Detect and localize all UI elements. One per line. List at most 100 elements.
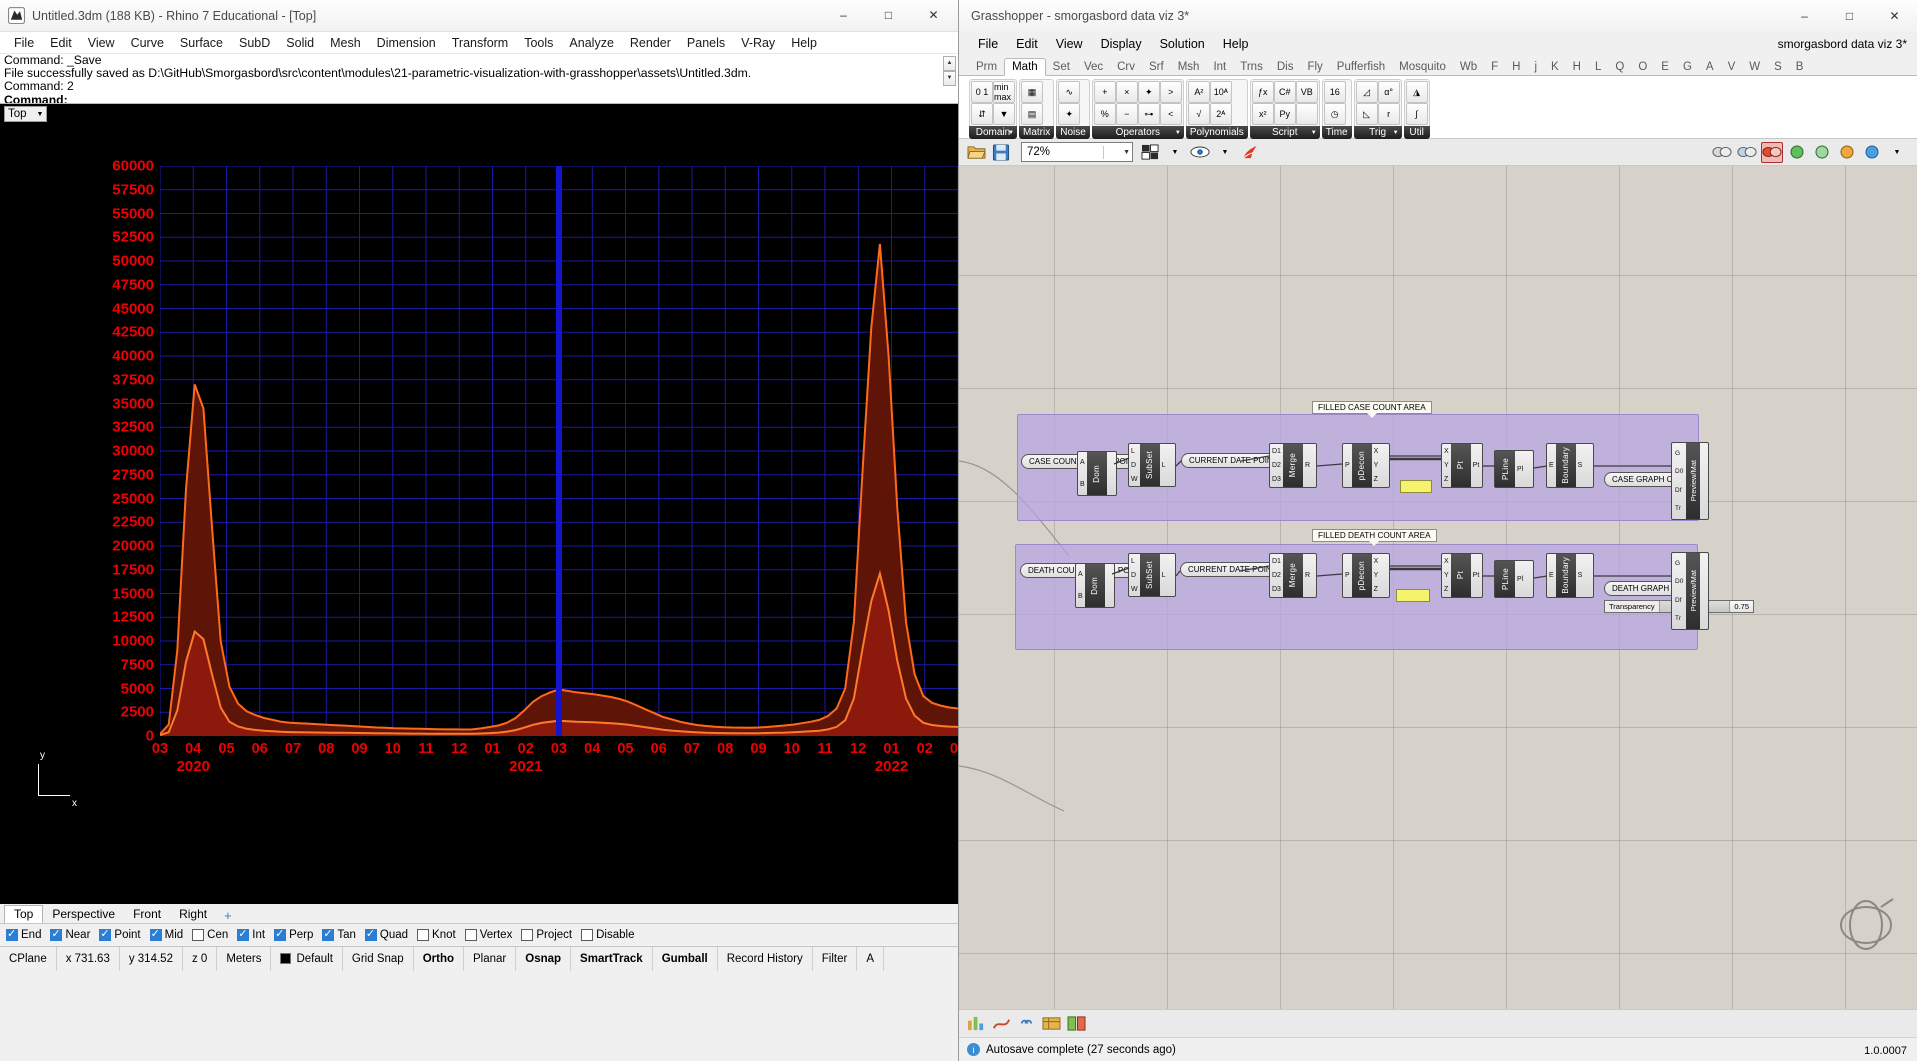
ribbon-component-icon[interactable]: ▼ [993, 103, 1015, 125]
gh-tab-set[interactable]: Set [1046, 59, 1077, 75]
osnap-checkbox-end[interactable] [6, 929, 18, 941]
ribbon-group-footer-operators[interactable]: Operators▼ [1092, 126, 1184, 139]
node-merge-death[interactable]: D1D2D3 Merge R [1269, 553, 1317, 598]
ribbon-component-icon[interactable]: 2ᴬ [1210, 103, 1232, 125]
gh-tab-trns[interactable]: Trns [1233, 59, 1270, 75]
status-gumball[interactable]: Gumball [653, 947, 718, 971]
preview-eye-icon[interactable] [1189, 142, 1211, 163]
chevron-down-icon[interactable]: ▼ [1175, 130, 1181, 136]
gh-tab-fly[interactable]: Fly [1300, 59, 1329, 75]
preview-dropdown-icon[interactable]: ▼ [1214, 142, 1236, 163]
status-filter-a[interactable]: A [857, 947, 884, 971]
gh-tab-f[interactable]: F [1484, 59, 1505, 75]
viewport-tab-right[interactable]: Right [170, 906, 216, 923]
ribbon-component-icon[interactable]: < [1160, 103, 1182, 125]
rhino-command-history[interactable]: Command: _Save File successfully saved a… [0, 54, 958, 104]
spinner-down-icon[interactable]: ▼ [943, 71, 956, 86]
ribbon-component-icon[interactable]: ▤ [1021, 103, 1043, 125]
osnap-checkbox-cen[interactable] [192, 929, 204, 941]
rhino-menu-edit[interactable]: Edit [42, 34, 80, 52]
rhino-menu-panels[interactable]: Panels [679, 34, 733, 52]
rhino-viewport[interactable]: Top ▼ y x [0, 104, 958, 904]
sketch-icon[interactable] [1139, 142, 1161, 163]
status-planar[interactable]: Planar [464, 947, 516, 971]
bake-icon[interactable] [1239, 142, 1261, 163]
status-grid-snap[interactable]: Grid Snap [343, 947, 414, 971]
node-domain-death[interactable]: AB Dom [1075, 563, 1115, 608]
rhino-menu-dimension[interactable]: Dimension [369, 34, 444, 52]
gh-tab-o[interactable]: O [1631, 59, 1654, 75]
gh-tab-g[interactable]: G [1676, 59, 1699, 75]
gh-maximize-button[interactable]: □ [1827, 0, 1872, 31]
ribbon-component-icon[interactable]: ⇵ [971, 103, 993, 125]
rhino-menu-help[interactable]: Help [783, 34, 825, 52]
ribbon-group-footer-trig[interactable]: Trig▼ [1354, 126, 1402, 139]
rhino-menu-file[interactable]: File [6, 34, 42, 52]
chevron-down-icon[interactable]: ▼ [1123, 149, 1130, 156]
osnap-checkbox-vertex[interactable] [465, 929, 477, 941]
osnap-checkbox-int[interactable] [237, 929, 249, 941]
display-mode-2-icon[interactable] [1736, 142, 1758, 163]
status-cplane[interactable]: CPlane [0, 947, 57, 971]
gh-tab-w[interactable]: W [1742, 59, 1767, 75]
gh-menu-solution[interactable]: Solution [1151, 35, 1214, 53]
chevron-down-icon[interactable]: ▼ [1393, 130, 1399, 136]
rhino-menu-curve[interactable]: Curve [123, 34, 172, 52]
ribbon-component-icon[interactable]: 0 1 [971, 81, 993, 103]
osnap-checkbox-point[interactable] [99, 929, 111, 941]
node-polyline-death[interactable]: PLine Pl [1494, 560, 1534, 598]
ribbon-component-icon[interactable]: 10ᴬ [1210, 81, 1232, 103]
rhino-menu-vray[interactable]: V-Ray [733, 34, 783, 52]
command-scroll-spinner[interactable]: ▲ ▼ [943, 56, 956, 78]
status-units[interactable]: Meters [217, 947, 271, 971]
rhino-menu-subd[interactable]: SubD [231, 34, 278, 52]
ribbon-group-footer-util[interactable]: Util [1404, 126, 1430, 139]
rhino-menu-surface[interactable]: Surface [172, 34, 231, 52]
node-pdecon-death[interactable]: P pDecon XYZ [1342, 553, 1390, 598]
gh-menu-view[interactable]: View [1047, 35, 1092, 53]
chevron-down-icon[interactable]: ▼ [1311, 130, 1317, 136]
canvas-nav-compass[interactable] [1833, 895, 1899, 951]
gh-tab-e[interactable]: E [1654, 59, 1676, 75]
gh-tab-math[interactable]: Math [1004, 58, 1046, 76]
ribbon-component-icon[interactable]: + [1094, 81, 1116, 103]
osnap-vertex[interactable]: Vertex [465, 929, 513, 941]
ribbon-component-icon[interactable]: ◺ [1356, 103, 1378, 125]
osnap-perp[interactable]: Perp [274, 929, 313, 941]
node-subset-case[interactable]: LDW SubSet L [1128, 443, 1176, 487]
osnap-checkbox-knot[interactable] [417, 929, 429, 941]
ribbon-component-icon[interactable]: ƒx [1252, 81, 1274, 103]
node-domain-case[interactable]: AB Dom [1077, 451, 1117, 496]
viewport-label[interactable]: Top ▼ [4, 106, 47, 122]
gh-tab-srf[interactable]: Srf [1142, 59, 1171, 75]
gh-tab-mosquito[interactable]: Mosquito [1392, 59, 1453, 75]
gh-tab-v[interactable]: V [1721, 59, 1743, 75]
node-point-case[interactable]: XYZ Pt Pt [1441, 443, 1483, 488]
status-smarttrack[interactable]: SmartTrack [571, 947, 653, 971]
ribbon-component-icon[interactable]: ◿ [1356, 81, 1378, 103]
ribbon-component-icon[interactable]: min max [993, 81, 1015, 103]
node-merge-case[interactable]: D1D2D3 Merge R [1269, 443, 1317, 488]
status-layer[interactable]: Default [271, 947, 342, 971]
ribbon-component-icon[interactable]: ∫ [1406, 103, 1428, 125]
ribbon-component-icon[interactable]: r [1378, 103, 1400, 125]
osnap-int[interactable]: Int [237, 929, 265, 941]
ribbon-component-icon[interactable]: Py [1274, 103, 1296, 125]
gh-menu-help[interactable]: Help [1214, 35, 1258, 53]
node-boundary-death[interactable]: E Boundary S [1546, 553, 1594, 598]
gh-minimize-button[interactable]: – [1782, 0, 1827, 31]
node-preview-material-case[interactable]: GD0DfTr Preview/Mat [1671, 442, 1709, 520]
widget-profiler-icon[interactable] [965, 1013, 987, 1034]
ribbon-component-icon[interactable] [1296, 103, 1318, 125]
gh-tab-j[interactable]: j [1527, 59, 1544, 75]
osnap-cen[interactable]: Cen [192, 929, 228, 941]
preview-shaded-icon[interactable] [1786, 142, 1808, 163]
osnap-checkbox-perp[interactable] [274, 929, 286, 941]
ribbon-group-footer-noise[interactable]: Noise [1056, 126, 1090, 139]
rhino-close-button[interactable]: ✕ [911, 0, 956, 31]
node-boundary-case[interactable]: E Boundary S [1546, 443, 1594, 488]
ribbon-component-icon[interactable]: ✦ [1138, 81, 1160, 103]
ribbon-component-icon[interactable]: x² [1252, 103, 1274, 125]
gh-tab-s[interactable]: S [1767, 59, 1789, 75]
gh-tab-q[interactable]: Q [1608, 59, 1631, 75]
